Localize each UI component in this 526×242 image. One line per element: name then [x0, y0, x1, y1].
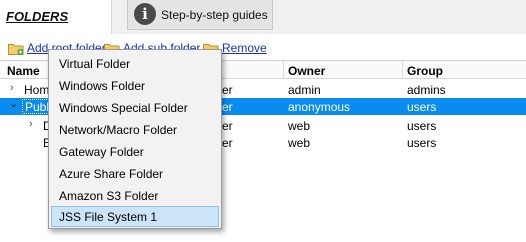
menu-item-label: JSS File System 1 [59, 210, 158, 224]
expand-arrow-icon[interactable]: › [29, 118, 33, 130]
tab-guides-label: Step-by-step guides [161, 8, 268, 22]
folder-add-icon [8, 44, 24, 55]
folder-group: users [407, 100, 437, 114]
menu-item-azure-share-folder[interactable]: Azure Share Folder [51, 163, 219, 184]
folder-group: users [407, 119, 437, 133]
folder-type: er [222, 83, 233, 97]
folder-owner: admin [288, 83, 321, 97]
menu-item-windows-special-folder[interactable]: Windows Special Folder [51, 97, 219, 118]
menu-item-label: Amazon S3 Folder [59, 189, 159, 203]
menu-item-label: Azure Share Folder [59, 167, 164, 181]
menu-item-label: Gateway Folder [59, 145, 144, 159]
tab-folders[interactable]: FOLDERS [0, 0, 112, 34]
menu-item-windows-folder[interactable]: Windows Folder [51, 75, 219, 96]
column-header-owner[interactable]: Owner [288, 64, 325, 78]
column-divider[interactable] [283, 61, 284, 79]
menu-item-label: Virtual Folder [59, 57, 131, 71]
folder-group: users [407, 136, 437, 150]
menu-item-amazon-s3-folder[interactable]: Amazon S3 Folder [51, 185, 219, 206]
menu-item-label: Windows Folder [59, 79, 146, 93]
tab-bar: FOLDERS i Step-by-step guides [0, 0, 526, 34]
column-header-group[interactable]: Group [407, 64, 443, 78]
tab-folders-label: FOLDERS [6, 9, 69, 24]
column-header-name[interactable]: Name [7, 64, 40, 78]
menu-item-jss-file-system-1[interactable]: JSS File System 1 [51, 206, 219, 227]
folder-type: er [222, 136, 233, 150]
folder-type: er [222, 100, 233, 114]
info-icon: i [134, 3, 156, 25]
expand-arrow-icon[interactable]: › [10, 82, 14, 94]
folder-group: admins [407, 83, 446, 97]
remove-folder-label: Remove [222, 41, 267, 55]
menu-item-label: Windows Special Folder [59, 101, 188, 115]
collapse-arrow-icon[interactable]: ⌄ [9, 97, 18, 110]
menu-item-label: Network/Macro Folder [59, 123, 178, 137]
column-divider[interactable] [402, 61, 403, 79]
folder-owner: web [288, 119, 311, 133]
add-root-folder-menu: Virtual Folder Windows Folder Windows Sp… [48, 49, 222, 229]
menu-item-network-macro-folder[interactable]: Network/Macro Folder [51, 119, 219, 140]
menu-item-gateway-folder[interactable]: Gateway Folder [51, 141, 219, 162]
folder-owner: anonymous [288, 100, 351, 114]
tab-step-by-step-guides[interactable]: i Step-by-step guides [127, 0, 273, 30]
menu-item-virtual-folder[interactable]: Virtual Folder [51, 53, 219, 74]
folder-type: er [222, 119, 233, 133]
folder-owner: web [288, 136, 311, 150]
